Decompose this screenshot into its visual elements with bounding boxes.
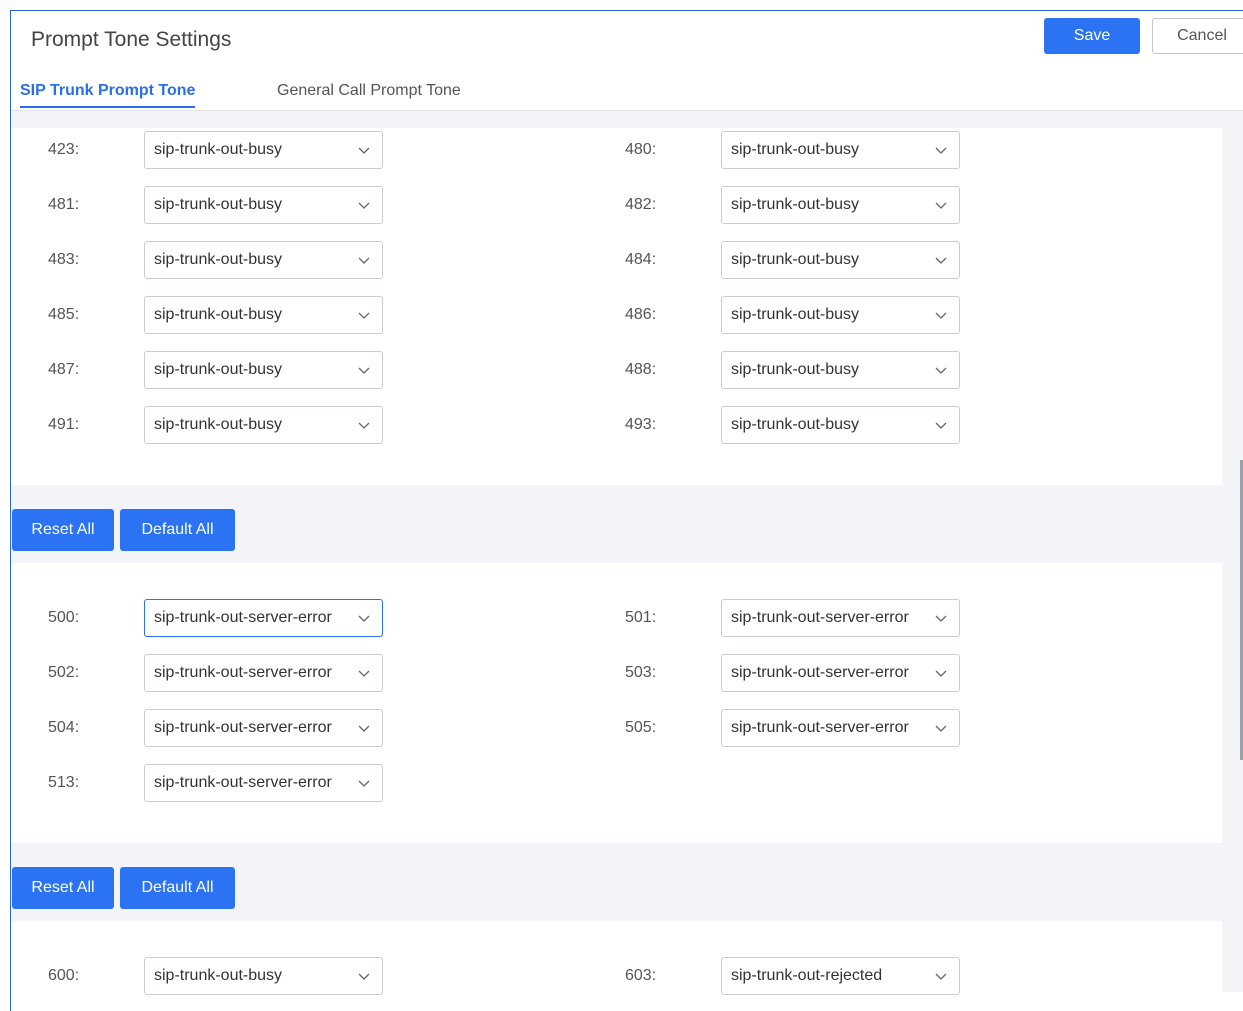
select-481[interactable]: sip-trunk-out-busy [144,186,383,224]
select-484[interactable]: sip-trunk-out-busy [721,241,960,279]
field-label: 600: [48,967,80,984]
field-label: 483: [48,251,80,268]
select-value: sip-trunk-out-busy [154,967,283,984]
tab-sip-trunk-prompt-tone[interactable]: SIP Trunk Prompt Tone [20,82,196,108]
field-label: 603: [625,967,657,984]
select-value: sip-trunk-out-server-error [731,664,909,681]
chevron-down-icon [358,202,370,209]
chevron-down-icon [358,670,370,677]
chevron-down-icon [358,312,370,319]
select-502[interactable]: sip-trunk-out-server-error [144,654,383,692]
select-501[interactable]: sip-trunk-out-server-error [721,599,960,637]
page-title: Prompt Tone Settings [31,28,232,51]
chevron-down-icon [935,615,947,622]
field-label: 480: [625,141,657,158]
save-button[interactable]: Save [1044,18,1140,54]
select-value: sip-trunk-out-server-error [154,664,332,681]
reset-all-button[interactable]: Reset All [12,867,114,909]
chevron-down-icon [935,312,947,319]
chevron-down-icon [358,422,370,429]
select-value: sip-trunk-out-busy [154,361,283,378]
field-label: 500: [48,609,80,626]
chevron-down-icon [358,973,370,980]
select-value: sip-trunk-out-rejected [731,967,883,984]
field-label: 503: [625,664,657,681]
select-value: sip-trunk-out-busy [154,196,283,213]
select-value: sip-trunk-out-busy [731,196,860,213]
field-label: 482: [625,196,657,213]
chevron-down-icon [935,202,947,209]
select-487[interactable]: sip-trunk-out-busy [144,351,383,389]
field-label: 423: [48,141,80,158]
select-493[interactable]: sip-trunk-out-busy [721,406,960,444]
chevron-down-icon [935,725,947,732]
select-482[interactable]: sip-trunk-out-busy [721,186,960,224]
field-label: 501: [625,609,657,626]
chevron-down-icon [935,973,947,980]
select-value: sip-trunk-out-busy [154,251,283,268]
select-value: sip-trunk-out-server-error [154,719,332,736]
select-600[interactable]: sip-trunk-out-busy [144,957,383,995]
select-423[interactable]: sip-trunk-out-busy [144,131,383,169]
select-value: sip-trunk-out-server-error [154,609,332,626]
chevron-down-icon [935,422,947,429]
select-value: sip-trunk-out-busy [731,306,860,323]
field-label: 502: [48,664,80,681]
field-label: 513: [48,774,80,791]
select-603[interactable]: sip-trunk-out-rejected [721,957,960,995]
reset-all-button[interactable]: Reset All [12,509,114,551]
default-all-button[interactable]: Default All [120,509,235,551]
chevron-down-icon [935,367,947,374]
select-value: sip-trunk-out-busy [154,141,283,158]
chevron-down-icon [358,725,370,732]
tab-general-call-prompt-tone[interactable]: General Call Prompt Tone [277,82,461,100]
chevron-down-icon [358,615,370,622]
field-label: 486: [625,306,657,323]
default-all-button[interactable]: Default All [120,867,235,909]
select-491[interactable]: sip-trunk-out-busy [144,406,383,444]
field-label: 484: [625,251,657,268]
select-value: sip-trunk-out-busy [731,251,860,268]
select-503[interactable]: sip-trunk-out-server-error [721,654,960,692]
select-value: sip-trunk-out-busy [731,361,860,378]
field-label: 505: [625,719,657,736]
select-505[interactable]: sip-trunk-out-server-error [721,709,960,747]
field-label: 485: [48,306,80,323]
select-value: sip-trunk-out-busy [154,306,283,323]
field-label: 504: [48,719,80,736]
field-label: 491: [48,416,80,433]
select-504[interactable]: sip-trunk-out-server-error [144,709,383,747]
select-value: sip-trunk-out-server-error [731,719,909,736]
chevron-down-icon [935,147,947,154]
select-value: sip-trunk-out-busy [731,416,860,433]
field-label: 487: [48,361,80,378]
select-value: sip-trunk-out-busy [154,416,283,433]
field-label: 481: [48,196,80,213]
chevron-down-icon [358,147,370,154]
cancel-button[interactable]: Cancel [1152,18,1243,54]
chevron-down-icon [358,257,370,264]
chevron-down-icon [935,670,947,677]
chevron-down-icon [358,367,370,374]
select-value: sip-trunk-out-busy [731,141,860,158]
select-value: sip-trunk-out-server-error [731,609,909,626]
select-513[interactable]: sip-trunk-out-server-error [144,764,383,802]
select-483[interactable]: sip-trunk-out-busy [144,241,383,279]
chevron-down-icon [935,257,947,264]
field-label: 488: [625,361,657,378]
select-480[interactable]: sip-trunk-out-busy [721,131,960,169]
select-485[interactable]: sip-trunk-out-busy [144,296,383,334]
chevron-down-icon [358,780,370,787]
select-value: sip-trunk-out-server-error [154,774,332,791]
field-label: 493: [625,416,657,433]
select-488[interactable]: sip-trunk-out-busy [721,351,960,389]
select-486[interactable]: sip-trunk-out-busy [721,296,960,334]
select-500[interactable]: sip-trunk-out-server-error [144,599,383,637]
